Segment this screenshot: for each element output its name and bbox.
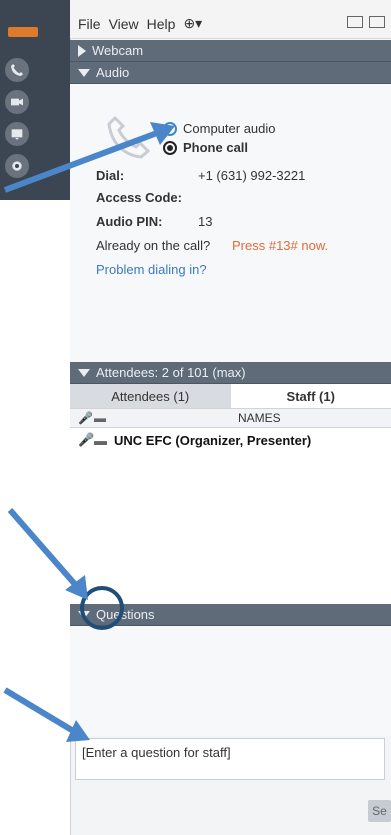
app-logo-icon [8, 27, 38, 37]
computer-audio-option[interactable]: Computer audio [163, 121, 276, 136]
press-code-text: Press #13# now. [232, 238, 329, 253]
restore-icon[interactable] [369, 16, 385, 28]
expanded-triangle-icon [78, 368, 90, 377]
phone-handset-icon [107, 115, 151, 159]
expanded-triangle-icon [78, 68, 90, 77]
collapsed-triangle-icon [78, 44, 86, 57]
names-header-text: NAMES [238, 411, 281, 425]
audio-title: Audio [96, 65, 130, 80]
phone-icon-button[interactable] [5, 58, 29, 82]
send-button[interactable]: Se [368, 800, 391, 822]
screen-share-icon-button[interactable] [5, 122, 29, 146]
tab-staff[interactable]: Staff (1) [230, 384, 391, 408]
audio-pin-label: Audio PIN: [96, 214, 163, 229]
audio-header[interactable]: Audio [70, 62, 391, 84]
mic-column-icon: 🎤 [78, 411, 93, 425]
video-icon-button[interactable] [5, 90, 29, 114]
audio-pin-value: 13 [198, 214, 213, 229]
attendee-tabs: Attendees (1) Staff (1) [70, 384, 391, 408]
computer-audio-label: Computer audio [183, 121, 276, 136]
radio-phone-call[interactable] [163, 140, 177, 155]
dial-value: +1 (631) 992-3221 [198, 168, 306, 183]
video-icon [11, 98, 23, 106]
window-controls [347, 16, 385, 28]
access-code-label: Access Code: [96, 190, 182, 205]
webcam-title: Webcam [92, 43, 144, 58]
highlight-circle [80, 586, 124, 630]
phone-call-option[interactable]: Phone call [163, 140, 248, 155]
already-on-call-text: Already on the call? [96, 238, 211, 253]
session-icon-button[interactable] [5, 154, 29, 178]
phone-icon [11, 64, 23, 76]
cam-icon: ▬ [94, 432, 107, 448]
question-input[interactable]: [Enter a question for staff] [75, 738, 385, 780]
tab-attendees[interactable]: Attendees (1) [70, 384, 231, 408]
globe-icon[interactable]: ⊕▾ [183, 15, 202, 32]
webcam-header[interactable]: Webcam [70, 40, 391, 62]
mic-active-icon: 🎤 [78, 432, 95, 447]
minimize-icon[interactable] [347, 16, 363, 28]
menu-file[interactable]: File [78, 16, 101, 32]
screen-share-icon [11, 129, 23, 140]
problem-dialing-link[interactable]: Problem dialing in? [96, 262, 207, 277]
radio-computer-audio[interactable] [163, 121, 177, 136]
attendee-name: UNC EFC (Organizer, Presenter) [114, 432, 312, 448]
attendees-header[interactable]: Attendees: 2 of 101 (max) [70, 362, 391, 384]
session-icon [12, 161, 22, 171]
left-rail [0, 0, 70, 200]
menu-view[interactable]: View [109, 16, 139, 32]
dial-label: Dial: [96, 168, 125, 183]
menu-help[interactable]: Help [147, 16, 176, 32]
attendee-row[interactable]: 🎤 ▬ UNC EFC (Organizer, Presenter) [70, 430, 391, 450]
menubar: File View Help ⊕▾ [70, 0, 391, 39]
phone-call-label: Phone call [183, 140, 249, 155]
questions-area [70, 626, 391, 736]
names-column-header: 🎤 ▬ NAMES [70, 408, 391, 428]
cam-column-icon: ▬ [94, 411, 106, 425]
attendees-title: Attendees: 2 of 101 (max) [96, 365, 246, 380]
